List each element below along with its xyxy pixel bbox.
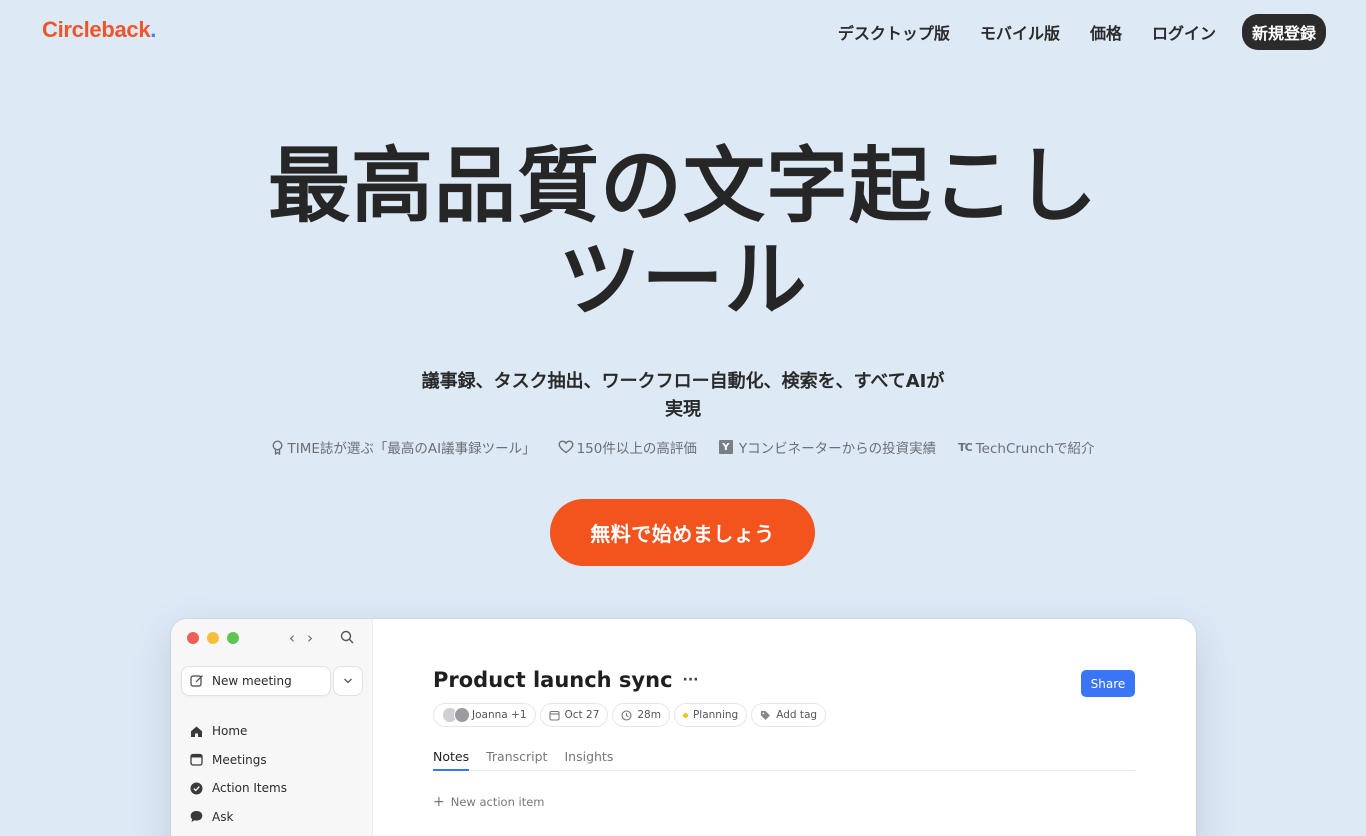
techcrunch-icon: TC bbox=[958, 440, 973, 454]
circleback-logo[interactable]: Circleback. bbox=[42, 17, 156, 43]
action-item-row bbox=[409, 829, 1149, 836]
add-tag-chip[interactable]: Add tag bbox=[751, 703, 827, 727]
forward-arrow-icon[interactable]: › bbox=[307, 629, 313, 647]
maximize-window-dot[interactable] bbox=[227, 632, 239, 644]
history-nav: ‹ › bbox=[289, 629, 325, 647]
check-circle-icon bbox=[189, 781, 203, 795]
sidebar-item-label: Meetings bbox=[212, 752, 267, 767]
date-chip[interactable]: Oct 27 bbox=[539, 703, 609, 727]
award-icon bbox=[272, 439, 283, 455]
home-icon bbox=[189, 724, 203, 738]
minimize-window-dot[interactable] bbox=[207, 632, 219, 644]
chat-bubble-icon bbox=[189, 810, 203, 824]
sidebar-item-action-items[interactable]: Action Items bbox=[189, 774, 287, 803]
badge-techcrunch-text: TechCrunchで紹介 bbox=[975, 441, 1095, 457]
top-navigation: Circleback. デスクトップ版 モバイル版 価格 ログイン 新規登録 bbox=[0, 0, 1366, 60]
sidebar-item-home[interactable]: Home bbox=[189, 717, 287, 746]
share-button[interactable]: Share bbox=[1081, 670, 1135, 697]
signup-button[interactable]: 新規登録 bbox=[1241, 14, 1326, 50]
nav-login[interactable]: ログイン bbox=[1152, 20, 1216, 44]
date-text: Oct 27 bbox=[564, 709, 600, 721]
duration-text: 28m bbox=[637, 709, 661, 721]
plus-icon: + bbox=[433, 794, 445, 810]
clock-icon bbox=[621, 709, 632, 721]
app-preview-window: ‹ › New meeting Home Meetings Action Item… bbox=[171, 619, 1196, 836]
calendar-icon bbox=[548, 710, 560, 721]
attendee-avatars bbox=[442, 707, 470, 723]
more-options-icon[interactable]: ··· bbox=[683, 672, 699, 688]
new-action-item-label: New action item bbox=[450, 795, 545, 809]
compose-icon bbox=[190, 675, 203, 687]
search-icon[interactable] bbox=[340, 630, 354, 644]
sidebar-item-label: Home bbox=[212, 724, 248, 739]
status-dot bbox=[682, 712, 688, 718]
badge-reviews: 150件以上の高評価 bbox=[558, 437, 697, 457]
window-controls bbox=[187, 632, 247, 644]
status-text: Planning bbox=[692, 709, 739, 721]
tab-transcript[interactable]: Transcript bbox=[486, 749, 547, 771]
new-action-item-button[interactable]: + New action item bbox=[433, 794, 545, 810]
nav-mobile[interactable]: モバイル版 bbox=[980, 20, 1060, 44]
badge-reviews-text: 150件以上の高評価 bbox=[576, 441, 697, 457]
badge-time: TIME誌が選ぶ「最高のAI議事録ツール」 bbox=[271, 437, 536, 457]
new-meeting-options-button[interactable] bbox=[333, 666, 363, 696]
badge-yc: Y Yコンビネーターからの投資実績 bbox=[718, 437, 937, 457]
logo-text: Circleback bbox=[42, 17, 151, 42]
y-combinator-icon: Y bbox=[718, 440, 733, 454]
sidebar-nav: Home Meetings Action Items Ask bbox=[189, 717, 287, 831]
meeting-tabs: Notes Transcript Insights bbox=[433, 749, 1135, 771]
nav-desktop[interactable]: デスクトップ版 bbox=[838, 20, 950, 44]
logo-dot: . bbox=[150, 17, 157, 42]
chevron-down-icon bbox=[344, 678, 352, 684]
sidebar-item-label: Ask bbox=[212, 809, 234, 824]
calendar-icon bbox=[189, 753, 203, 767]
sidebar-item-ask[interactable]: Ask bbox=[189, 803, 287, 832]
tab-insights[interactable]: Insights bbox=[564, 749, 613, 771]
hero-subtitle-line-1: 議事録、タスク抽出、ワークフロー自動化、検索を、すべてAIが bbox=[421, 371, 945, 392]
attendees-chip[interactable]: Joanna +1 bbox=[433, 703, 536, 727]
hero-title: 最高品質の文字起こし ツール bbox=[0, 140, 1366, 328]
duration-chip[interactable]: 28m bbox=[612, 703, 670, 727]
attendees-text: Joanna +1 bbox=[472, 709, 527, 721]
hero-title-line-2: ツール bbox=[558, 233, 808, 328]
start-free-button[interactable]: 無料で始めましょう bbox=[550, 499, 815, 566]
nav-pricing[interactable]: 価格 bbox=[1090, 20, 1122, 44]
tab-notes[interactable]: Notes bbox=[433, 749, 470, 771]
back-arrow-icon[interactable]: ‹ bbox=[289, 629, 295, 647]
meeting-detail: Product launch sync ··· Share Joanna +1 … bbox=[374, 619, 1196, 836]
close-window-dot[interactable] bbox=[187, 632, 199, 644]
new-meeting-label: New meeting bbox=[212, 674, 292, 688]
tag-icon bbox=[761, 710, 771, 720]
add-tag-text: Add tag bbox=[776, 709, 818, 721]
status-chip[interactable]: Planning bbox=[673, 703, 748, 727]
hero-title-line-1: 最高品質の文字起こし bbox=[267, 139, 1098, 234]
app-sidebar: ‹ › New meeting Home Meetings Action Item… bbox=[171, 619, 373, 836]
badge-yc-text: Yコンビネーターからの投資実績 bbox=[738, 441, 937, 457]
sidebar-item-meetings[interactable]: Meetings bbox=[189, 746, 287, 775]
meeting-title-text[interactable]: Product launch sync bbox=[433, 668, 673, 692]
badge-time-text: TIME誌が選ぶ「最高のAI議事録ツール」 bbox=[287, 441, 536, 457]
avatar bbox=[454, 707, 470, 723]
heart-icon bbox=[558, 440, 574, 454]
new-meeting-button[interactable]: New meeting bbox=[181, 666, 331, 696]
badge-techcrunch: TC TechCrunchで紹介 bbox=[958, 437, 1095, 458]
sidebar-item-label: Action Items bbox=[212, 781, 287, 796]
main-nav: デスクトップ版 モバイル版 価格 ログイン 新規登録 bbox=[808, 14, 1326, 50]
hero-subtitle-line-2: 実現 bbox=[665, 399, 701, 420]
meeting-title: Product launch sync ··· bbox=[433, 668, 699, 692]
meeting-metadata: Joanna +1 Oct 27 28m Planning Add tag bbox=[433, 703, 830, 727]
hero-subtitle: 議事録、タスク抽出、ワークフロー自動化、検索を、すべてAIが 実現 bbox=[383, 368, 983, 424]
trust-badges: TIME誌が選ぶ「最高のAI議事録ツール」 150件以上の高評価 Y Yコンビネ… bbox=[0, 437, 1366, 457]
